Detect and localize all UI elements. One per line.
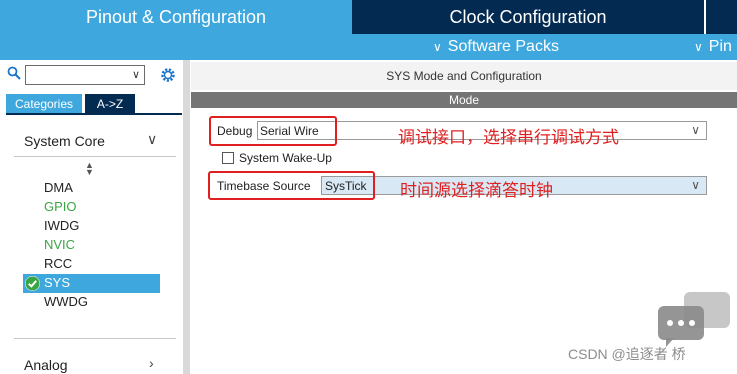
system-wakeup-checkbox[interactable] xyxy=(222,152,234,164)
chevron-down-icon: ∨ xyxy=(694,40,703,54)
mode-section-header: Mode xyxy=(191,92,737,108)
panel-title: SYS Mode and Configuration xyxy=(191,62,737,90)
gear-icon[interactable] xyxy=(159,66,177,84)
list-item-sys[interactable]: SYS xyxy=(23,274,160,293)
divider xyxy=(14,338,176,339)
list-item-iwdg[interactable]: IWDG xyxy=(44,218,79,233)
list-item-nvic[interactable]: NVIC xyxy=(44,237,75,252)
annotation-box-debug xyxy=(209,116,337,146)
search-input[interactable]: ∨ xyxy=(25,65,145,85)
software-packs-menu[interactable]: ∨ Software Packs xyxy=(433,34,559,60)
group-system-core[interactable]: System Core xyxy=(24,133,105,149)
list-item-dma[interactable]: DMA xyxy=(44,180,73,195)
chevron-down-icon: ∨ xyxy=(433,40,442,54)
pinout-menu-label: Pin xyxy=(708,38,732,55)
tab-underline xyxy=(6,113,182,115)
chevron-down-icon[interactable]: ∨ xyxy=(691,178,700,192)
group-analog[interactable]: Analog xyxy=(24,357,68,373)
list-item-label: SYS xyxy=(44,275,71,290)
chat-bubble-icon xyxy=(658,292,730,347)
watermark: CSDN @追逐者 桥 xyxy=(568,346,686,362)
annotation-box-timebase xyxy=(208,171,375,200)
list-item-rcc[interactable]: RCC xyxy=(44,256,72,271)
chevron-down-icon[interactable]: ∨ xyxy=(691,123,700,137)
tab-clock-configuration[interactable]: Clock Configuration xyxy=(354,0,702,34)
chevron-down-icon[interactable]: ∨ xyxy=(132,68,140,81)
top-tab-bar: Pinout & Configuration Clock Configurati… xyxy=(0,0,737,34)
system-wakeup-label: System Wake-Up xyxy=(239,151,332,165)
splitter-scrollbar[interactable] xyxy=(183,60,190,374)
annotation-debug-note: 调试接口，选择串行调试方式 xyxy=(398,128,619,147)
tab-more[interactable] xyxy=(704,0,737,34)
check-circle-icon xyxy=(25,276,40,291)
annotation-timebase-note: 时间源选择滴答时钟 xyxy=(400,181,553,200)
sub-toolbar: ∨ Software Packs ∨ Pin xyxy=(0,34,737,60)
list-item-wwdg[interactable]: WWDG xyxy=(44,294,88,309)
chevron-right-icon[interactable]: › xyxy=(149,355,154,371)
tab-pinout-configuration[interactable]: Pinout & Configuration xyxy=(0,0,352,34)
list-item-gpio[interactable]: GPIO xyxy=(44,199,77,214)
search-icon[interactable] xyxy=(7,66,21,80)
chevron-down-icon[interactable]: ∨ xyxy=(147,131,157,148)
pinout-menu[interactable]: ∨ Pin xyxy=(694,34,732,60)
divider xyxy=(14,156,176,157)
tab-a-to-z[interactable]: A->Z xyxy=(85,94,135,113)
tab-categories[interactable]: Categories xyxy=(6,94,82,113)
software-packs-label: Software Packs xyxy=(447,38,559,55)
sort-icon[interactable]: ▲ ▼ xyxy=(85,161,94,177)
